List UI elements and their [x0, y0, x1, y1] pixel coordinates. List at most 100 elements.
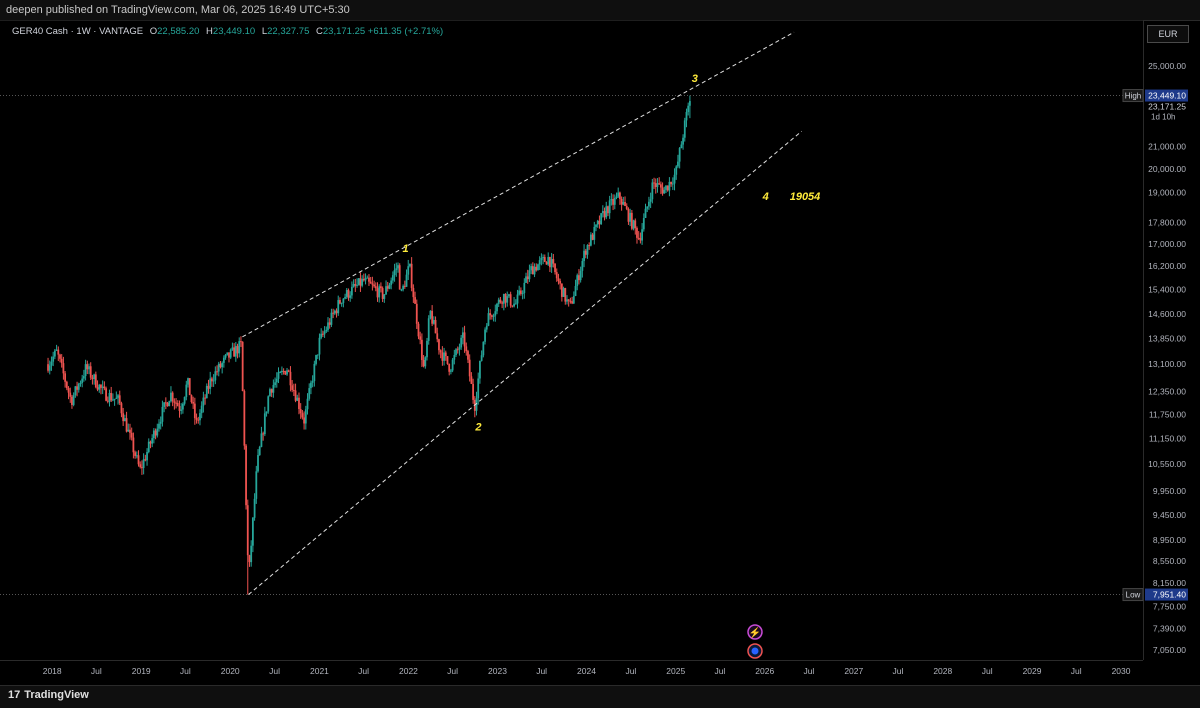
time-tick-label: 2026: [755, 666, 774, 676]
lightning-icon: ⚡: [749, 626, 761, 639]
candle-body: [511, 305, 514, 307]
candle-body: [649, 199, 652, 202]
candle-body: [385, 286, 387, 295]
candle-body: [603, 211, 606, 218]
close-label: C: [316, 26, 323, 37]
candle-body: [613, 197, 616, 205]
candle-body: [562, 288, 565, 297]
candle-body: [571, 301, 574, 304]
candle-body: [543, 257, 546, 262]
candle-body: [135, 455, 138, 457]
candle-body: [530, 266, 533, 271]
price-chart[interactable]: 1 2 3 4 19054 25,000.00 21,000.00 20,000.00 19,…: [0, 20, 1200, 685]
candle-body: [123, 418, 126, 422]
price-tick-label: 25,000.00: [1148, 61, 1186, 71]
candle-body: [364, 278, 367, 281]
price-tick-label: 7,050.00: [1153, 645, 1186, 655]
candle-body: [129, 429, 131, 433]
candle-body: [168, 401, 171, 407]
candle-body: [432, 319, 435, 324]
candle-body: [146, 451, 148, 461]
candle-body: [347, 289, 350, 298]
candle-body: [211, 378, 213, 382]
candle-body: [340, 302, 343, 304]
candle-body: [197, 419, 200, 421]
low-value: 22,327.75: [267, 26, 310, 37]
candle-body: [241, 341, 244, 391]
candle-body: [258, 446, 261, 456]
candle-body: [607, 206, 609, 214]
candle-body: [47, 364, 49, 371]
candle-body: [615, 196, 618, 198]
candle-body: [620, 198, 623, 205]
candle-body: [415, 303, 418, 324]
candle-body: [354, 284, 357, 286]
candle-body: [497, 299, 500, 304]
candle-body: [531, 266, 534, 275]
candle-body: [559, 280, 562, 284]
candle-body: [269, 389, 271, 397]
candle-body: [233, 347, 236, 357]
price-axis[interactable]: 25,000.00 21,000.00 20,000.00 19,000.00 17,8…: [1148, 61, 1186, 655]
symbol-name: GER40 Cash · 1W · VANTAGE: [12, 26, 144, 37]
candle-body: [344, 296, 346, 299]
candle-body: [391, 275, 394, 281]
candle-body: [410, 263, 413, 288]
time-axis[interactable]: 2018 Jul 2019 Jul 2020 Jul 2021 Jul 2022 Jul 2023 J…: [43, 666, 1131, 676]
time-tick-label: 2018: [43, 666, 62, 676]
candle-body: [388, 284, 391, 289]
currency-button[interactable]: EUR: [1147, 25, 1189, 43]
candle-body: [376, 288, 379, 298]
candle-body: [619, 192, 621, 199]
candle-body: [362, 278, 365, 281]
candle-body: [240, 341, 242, 343]
events[interactable]: ⚡: [747, 624, 763, 659]
low-price: 7,951.40: [1153, 590, 1186, 600]
candle-body: [117, 395, 119, 398]
candle-body: [303, 417, 306, 424]
candle-body: [316, 354, 319, 356]
candle-body: [248, 555, 251, 563]
candle-body: [484, 329, 486, 342]
candle-body: [110, 393, 113, 401]
candle-body: [176, 403, 179, 407]
tradingview-logo[interactable]: 17 TradingView: [8, 689, 89, 701]
candle-body: [113, 398, 116, 400]
candle-body: [251, 517, 254, 546]
candle-body: [190, 395, 193, 402]
symbol-legend: GER40 Cash · 1W · VANTAGE O22,585.20 H23…: [12, 26, 443, 37]
candle-body: [523, 282, 526, 294]
candle-body: [156, 428, 159, 436]
candle-body: [108, 393, 111, 402]
price-tick-label: 12,350.00: [1148, 386, 1186, 396]
candle-body: [214, 371, 217, 381]
candle-body: [683, 120, 686, 138]
candle-body: [632, 220, 635, 229]
price-tick-label: 11,750.00: [1149, 409, 1186, 419]
candle-body: [48, 365, 51, 371]
candle-body: [106, 400, 109, 402]
candle-body: [460, 337, 463, 348]
last-price: 23,171.25: [1148, 102, 1186, 112]
candle-body: [499, 299, 502, 303]
candle-body: [656, 183, 659, 188]
candle-body: [516, 294, 519, 304]
candle-body: [653, 182, 655, 184]
candle-body: [668, 181, 671, 191]
candle-body: [229, 349, 232, 358]
candle-body: [501, 302, 504, 304]
candle-body: [610, 199, 613, 201]
candle-body: [335, 310, 338, 314]
candle-body: [98, 384, 101, 390]
candle-body: [330, 312, 333, 325]
candle-body: [450, 370, 452, 372]
wave-label: 1: [402, 243, 408, 255]
time-tick-label: 2029: [1023, 666, 1042, 676]
candle-body: [677, 161, 679, 167]
candle-body: [115, 397, 118, 399]
time-tick-label: Jul: [982, 666, 993, 676]
candle-body: [342, 298, 345, 303]
candle-body: [105, 388, 107, 401]
candle-body: [216, 371, 218, 373]
candle-body: [325, 329, 328, 332]
